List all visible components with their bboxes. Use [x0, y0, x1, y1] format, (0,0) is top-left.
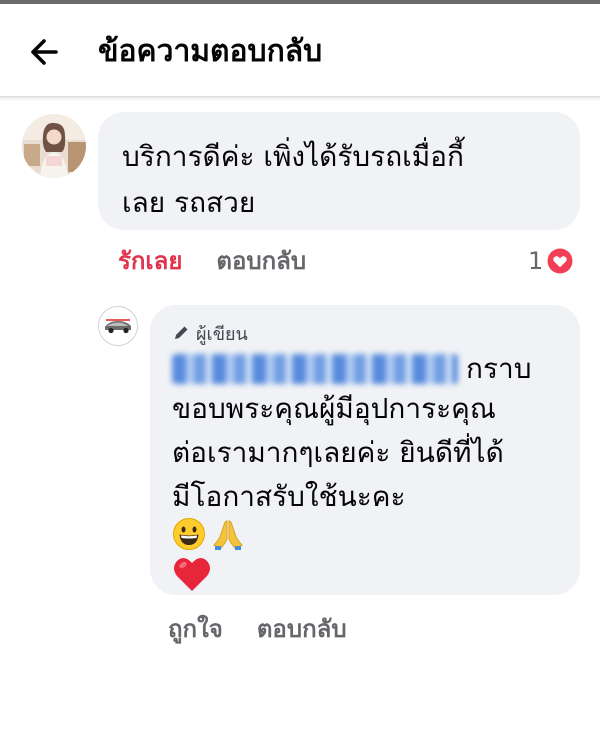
reply-button[interactable]: ตอบกลับ: [216, 244, 306, 278]
app-header: ข้อความตอบกลับ: [0, 4, 600, 97]
page-title: ข้อความตอบกลับ: [98, 34, 323, 69]
comment-bubble: บริการดีค่ะ เพิ่งได้รับรถเมื่อกี้ เลย รถ…: [98, 112, 580, 230]
author-badge: ผู้เขียน: [196, 323, 248, 345]
comment-actions: รักเลย ตอบกลับ: [118, 244, 340, 278]
grinning-face-emoji-icon: [173, 518, 205, 550]
reaction-summary[interactable]: 1: [528, 244, 573, 278]
reply-bubble: ผู้เขียน กราบ ขอบพระคุณผู้มีอุปการะคุณ ต…: [150, 305, 580, 595]
reply-text: ขอบพระคุณผู้มีอุปการะคุณ ต่อเรามากๆเลยค่…: [172, 392, 504, 513]
page-logo-avatar-icon: [99, 307, 137, 345]
user-avatar-icon: [22, 114, 86, 178]
reply-actions: ถูกใจ ตอบกลับ: [168, 612, 381, 646]
back-button[interactable]: [22, 28, 70, 76]
emoji-row: [172, 517, 560, 551]
react-button[interactable]: รักเลย: [118, 244, 182, 278]
reaction-count: 1: [528, 247, 544, 275]
folded-hands-emoji-icon: [213, 520, 243, 550]
blurred-mention-link[interactable]: [172, 354, 458, 384]
author-badge-row: ผู้เขียน: [172, 321, 560, 345]
heart-icon: [547, 248, 573, 274]
reply-button-2[interactable]: ตอบกลับ: [257, 612, 347, 646]
page-avatar[interactable]: [98, 306, 138, 346]
like-button[interactable]: ถูกใจ: [168, 612, 223, 646]
commenter-avatar[interactable]: [22, 114, 86, 178]
arrow-left-icon: [31, 39, 58, 65]
pencil-icon: [175, 326, 188, 339]
red-heart-emoji-icon: [174, 557, 210, 591]
mention-suffix: กราบ: [466, 352, 532, 385]
comment-text: บริการดีค่ะ เพิ่งได้รับรถเมื่อกี้ เลย รถ…: [122, 140, 464, 219]
mention-row: กราบ: [172, 349, 560, 389]
